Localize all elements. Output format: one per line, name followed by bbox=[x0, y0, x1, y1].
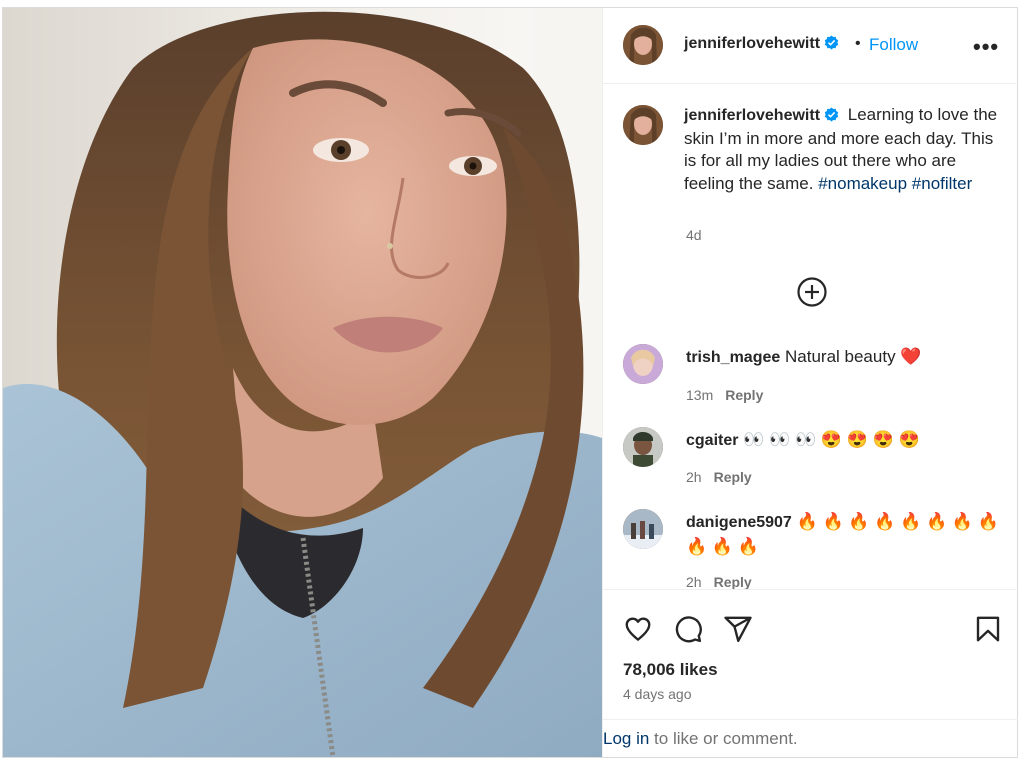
reply-button[interactable]: Reply bbox=[725, 387, 763, 403]
more-icon[interactable]: ••• bbox=[973, 34, 999, 60]
login-link[interactable]: Log in bbox=[603, 729, 649, 748]
heart-icon[interactable] bbox=[623, 614, 653, 644]
caption-avatar[interactable] bbox=[623, 105, 663, 145]
reply-button[interactable]: Reply bbox=[714, 574, 752, 590]
comment-emoji: ❤️ bbox=[900, 347, 922, 366]
comment-emoji: 👀 👀 👀 😍 😍 😍 😍 bbox=[743, 430, 920, 449]
post-photo[interactable] bbox=[3, 8, 602, 757]
comment-text-row: danigene5907 🔥 🔥 🔥 🔥 🔥 🔥 🔥 🔥 🔥 🔥 🔥 bbox=[686, 510, 1006, 559]
comment-age: 13m bbox=[686, 387, 714, 403]
commenter-avatar[interactable] bbox=[623, 509, 663, 549]
reply-button[interactable]: Reply bbox=[714, 469, 752, 485]
commenter-username[interactable]: danigene5907 bbox=[686, 514, 792, 531]
post-caption: jenniferlovehewitt Learning to love the … bbox=[684, 104, 1004, 195]
author-username-text[interactable]: jenniferlovehewitt bbox=[684, 35, 820, 52]
login-rest: to like or comment. bbox=[649, 729, 798, 748]
likes-count[interactable]: 78,006 likes bbox=[623, 660, 718, 680]
login-text: Log in to like or comment. bbox=[603, 729, 798, 749]
login-prompt: Log in to like or comment. bbox=[603, 719, 1018, 758]
add-circle-icon[interactable] bbox=[796, 276, 828, 308]
verified-icon bbox=[824, 107, 839, 122]
post-dialog: jenniferlovehewitt • Follow ••• jennifer… bbox=[2, 7, 1018, 758]
commenter-avatar[interactable] bbox=[623, 427, 663, 467]
comment-text: Natural beauty bbox=[785, 347, 896, 366]
caption-username[interactable]: jenniferlovehewitt bbox=[684, 107, 839, 124]
comment-age: 2h bbox=[686, 574, 702, 590]
verified-icon bbox=[824, 35, 839, 50]
hashtag-nomakeup[interactable]: #nomakeup bbox=[818, 174, 907, 193]
comment-meta: 13m Reply bbox=[686, 387, 763, 403]
bookmark-icon[interactable] bbox=[973, 614, 1003, 644]
commenter-username[interactable]: trish_magee bbox=[686, 349, 780, 366]
post-timestamp[interactable]: 4 days ago bbox=[623, 686, 692, 702]
follow-button[interactable]: Follow bbox=[869, 35, 918, 55]
caption-username-text[interactable]: jenniferlovehewitt bbox=[684, 107, 820, 124]
comment-meta: 2h Reply bbox=[686, 469, 752, 485]
post-actions: 78,006 likes 4 days ago bbox=[603, 589, 1018, 720]
comment-meta: 2h Reply bbox=[686, 574, 752, 590]
caption-age: 4d bbox=[686, 227, 702, 243]
comment-text-row: trish_magee Natural beauty ❤️ bbox=[686, 345, 1006, 370]
comment-icon[interactable] bbox=[673, 614, 703, 644]
commenter-avatar[interactable] bbox=[623, 344, 663, 384]
post-header: jenniferlovehewitt • Follow ••• bbox=[603, 8, 1018, 84]
author-avatar[interactable] bbox=[623, 25, 663, 65]
share-icon[interactable] bbox=[723, 614, 753, 644]
separator-dot: • bbox=[855, 35, 861, 52]
post-details-pane: jenniferlovehewitt • Follow ••• jennifer… bbox=[602, 8, 1018, 758]
comment-text-row: cgaiter 👀 👀 👀 😍 😍 😍 😍 bbox=[686, 428, 1006, 453]
comment-age: 2h bbox=[686, 469, 702, 485]
hashtag-nofilter[interactable]: #nofilter bbox=[912, 174, 972, 193]
author-username[interactable]: jenniferlovehewitt bbox=[684, 35, 839, 53]
commenter-username[interactable]: cgaiter bbox=[686, 432, 738, 449]
